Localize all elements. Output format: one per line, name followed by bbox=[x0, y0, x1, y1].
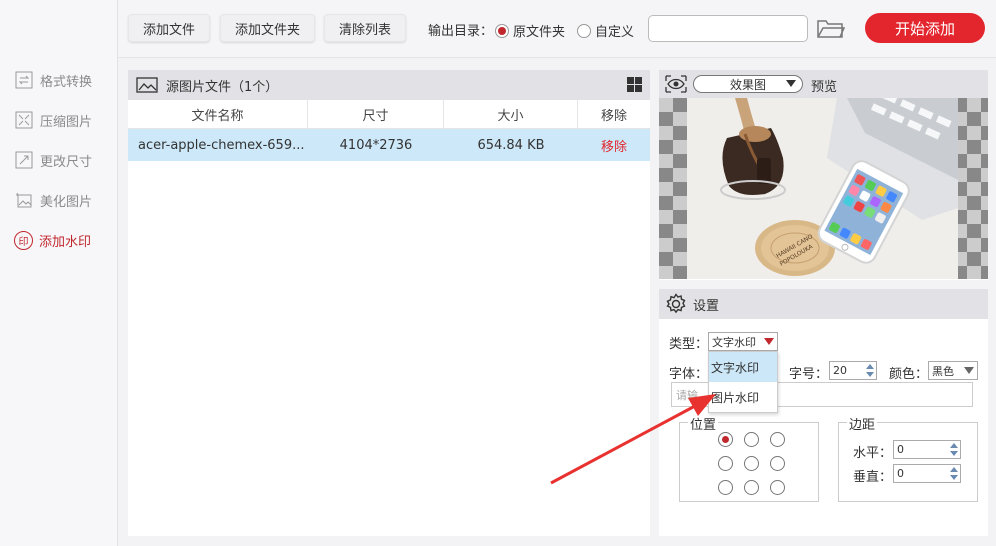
font-size-stepper[interactable]: 20 bbox=[829, 361, 877, 380]
file-size-cell: 654.84 KB bbox=[477, 137, 545, 153]
table-header: 文件名称 尺寸 大小 移除 bbox=[128, 100, 650, 129]
position-middle-center[interactable] bbox=[744, 456, 759, 471]
stepper-down-icon[interactable] bbox=[866, 372, 874, 377]
source-files-title: 源图片文件（1个） bbox=[166, 79, 279, 95]
vertical-label: 垂直： bbox=[853, 470, 893, 485]
dropdown-option-text-watermark[interactable]: 文字水印 bbox=[709, 352, 777, 382]
gear-icon bbox=[666, 293, 686, 314]
radio-dot bbox=[495, 23, 509, 38]
compress-icon bbox=[14, 110, 34, 130]
sidebar-item-beautify[interactable]: 美化图片 bbox=[14, 188, 92, 212]
horizontal-margin-stepper[interactable]: 0 bbox=[893, 440, 961, 459]
sidebar-item-resize[interactable]: 更改尺寸 bbox=[14, 148, 92, 172]
position-bottom-left[interactable] bbox=[718, 480, 733, 495]
table-row[interactable]: acer-apple-chemex-659... 4104*2736 654.8… bbox=[128, 129, 650, 161]
stepper-down-icon[interactable] bbox=[950, 451, 958, 456]
caret-down-icon bbox=[786, 80, 796, 87]
radio-label: 原文件夹 bbox=[513, 25, 566, 40]
position-bottom-center[interactable] bbox=[744, 480, 759, 495]
position-bottom-right[interactable] bbox=[770, 480, 785, 495]
watermark-type-select[interactable]: 文字水印 bbox=[708, 332, 778, 351]
format-convert-icon bbox=[14, 70, 34, 90]
type-label: 类型： bbox=[669, 337, 709, 352]
color-select-value: 黑色 bbox=[932, 364, 954, 378]
caret-down-icon bbox=[964, 367, 974, 374]
grid-view-icon[interactable] bbox=[627, 77, 642, 92]
preview-photo: HAWAII CANO POPOLOUKA bbox=[687, 98, 958, 279]
output-path-input[interactable] bbox=[648, 15, 808, 42]
preview-mode-select[interactable]: 效果图 bbox=[693, 75, 803, 93]
radio-original-folder[interactable]: 原文件夹 bbox=[495, 21, 565, 40]
margin-group: 边距 水平： 0 垂直： 0 bbox=[838, 414, 978, 502]
clear-list-button[interactable]: 清除列表 bbox=[324, 14, 407, 42]
stepper-up-icon[interactable] bbox=[950, 443, 958, 448]
position-top-center[interactable] bbox=[744, 432, 759, 447]
caret-down-icon bbox=[764, 338, 774, 345]
file-dimensions-cell: 4104*2736 bbox=[339, 137, 413, 153]
eye-icon bbox=[665, 75, 687, 93]
preview-image-area: HAWAII CANO POPOLOUKA bbox=[659, 98, 988, 279]
column-header-name[interactable]: 文件名称 bbox=[128, 100, 308, 129]
preview-panel: 效果图 预览 HAWAII CANO POPOLOUKA bbox=[659, 70, 988, 280]
preview-label: 预览 bbox=[811, 80, 838, 95]
color-select[interactable]: 黑色 bbox=[928, 361, 978, 380]
font-size-value: 20 bbox=[833, 364, 847, 377]
settings-header: 设置 bbox=[659, 289, 988, 319]
dropdown-option-image-watermark[interactable]: 图片水印 bbox=[709, 382, 777, 412]
color-label: 颜色： bbox=[889, 367, 929, 382]
image-icon bbox=[136, 77, 158, 93]
horizontal-margin-value: 0 bbox=[897, 443, 904, 456]
beautify-icon bbox=[14, 190, 34, 210]
source-files-panel: 源图片文件（1个） 文件名称 尺寸 大小 移除 acer-apple-cheme… bbox=[128, 70, 650, 536]
sidebar-item-label: 美化图片 bbox=[40, 194, 93, 210]
preview-mode-value: 效果图 bbox=[729, 77, 766, 92]
column-header-dimensions[interactable]: 尺寸 bbox=[308, 100, 444, 129]
horizontal-label: 水平： bbox=[853, 446, 893, 461]
sidebar-item-label: 压缩图片 bbox=[40, 114, 93, 130]
remove-file-link[interactable]: 移除 bbox=[578, 129, 650, 161]
column-header-remove: 移除 bbox=[600, 109, 627, 124]
position-label: 位置 bbox=[688, 414, 719, 433]
resize-icon bbox=[14, 150, 34, 170]
sidebar-item-label: 更改尺寸 bbox=[40, 154, 93, 170]
sidebar: 格式转换 压缩图片 更改尺寸 美化图片 印 添加水印 bbox=[0, 0, 118, 546]
output-dir-label: 输出目录： bbox=[428, 24, 494, 39]
stepper-down-icon[interactable] bbox=[950, 475, 958, 480]
stepper-up-icon[interactable] bbox=[950, 467, 958, 472]
stepper-up-icon[interactable] bbox=[866, 364, 874, 369]
sidebar-item-label: 添加水印 bbox=[39, 234, 92, 250]
add-file-button[interactable]: 添加文件 bbox=[128, 14, 211, 42]
radio-dot bbox=[577, 23, 591, 38]
type-select-value: 文字水印 bbox=[712, 335, 756, 349]
position-middle-left[interactable] bbox=[718, 456, 733, 471]
radio-label: 自定义 bbox=[595, 25, 635, 40]
start-add-button[interactable]: 开始添加 bbox=[865, 13, 985, 43]
watermark-type-dropdown: 文字水印 图片水印 bbox=[708, 351, 778, 413]
column-header-size[interactable]: 大小 bbox=[444, 100, 578, 129]
vertical-margin-value: 0 bbox=[897, 467, 904, 480]
sidebar-item-watermark[interactable]: 印 添加水印 bbox=[14, 228, 91, 252]
preview-header: 效果图 预览 bbox=[659, 70, 988, 98]
position-group: 位置 bbox=[679, 414, 819, 502]
position-middle-right[interactable] bbox=[770, 456, 785, 471]
folder-open-icon[interactable] bbox=[816, 16, 846, 40]
settings-title: 设置 bbox=[693, 298, 720, 314]
toolbar: 添加文件 添加文件夹 清除列表 输出目录： 原文件夹 自定义 开始添加 bbox=[118, 0, 996, 58]
position-top-left[interactable] bbox=[718, 432, 733, 447]
sidebar-item-format-convert[interactable]: 格式转换 bbox=[14, 68, 92, 92]
file-name-cell: acer-apple-chemex-659... bbox=[138, 137, 305, 153]
margin-label: 边距 bbox=[847, 414, 878, 433]
add-folder-button[interactable]: 添加文件夹 bbox=[220, 14, 316, 42]
font-label: 字体： bbox=[669, 367, 709, 382]
sidebar-item-label: 格式转换 bbox=[40, 74, 93, 90]
position-top-right[interactable] bbox=[770, 432, 785, 447]
source-files-header: 源图片文件（1个） bbox=[128, 70, 650, 100]
text-input-placeholder: 请输 bbox=[676, 388, 698, 402]
vertical-margin-stepper[interactable]: 0 bbox=[893, 464, 961, 483]
watermark-icon: 印 bbox=[14, 230, 33, 250]
radio-custom-folder[interactable]: 自定义 bbox=[577, 21, 634, 40]
sidebar-item-compress[interactable]: 压缩图片 bbox=[14, 108, 92, 132]
font-size-label: 字号： bbox=[789, 367, 829, 382]
